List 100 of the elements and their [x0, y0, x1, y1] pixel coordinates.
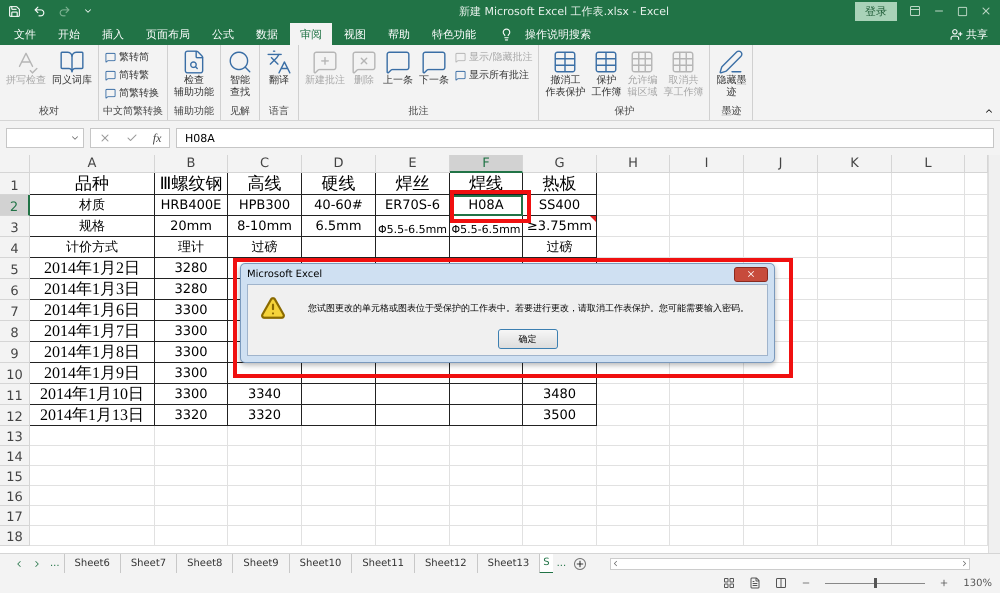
ribbon-button[interactable]: 显示所有批注 — [453, 67, 534, 83]
column-header[interactable]: C — [228, 155, 302, 173]
row-header[interactable]: 11 — [0, 384, 30, 405]
comment-icon — [105, 52, 116, 62]
comment-plus-icon — [312, 49, 338, 75]
ribbon-tab[interactable]: 公式 — [202, 23, 244, 45]
ok-button[interactable]: 确定 — [498, 329, 558, 349]
row-header[interactable]: 17 — [0, 506, 30, 526]
pen-icon — [718, 49, 744, 75]
group-label: 见解 — [229, 105, 251, 119]
redo-icon[interactable] — [58, 4, 71, 18]
lightbulb-icon — [500, 28, 513, 41]
cell-text: 3280 — [174, 260, 208, 276]
column-header[interactable]: D — [302, 155, 376, 173]
cell-text: 焊线 — [469, 173, 503, 195]
share-button[interactable]: 共享 — [938, 23, 1000, 45]
ribbon-button[interactable]: 撤消工 作表保护 — [543, 47, 588, 104]
ribbon-button[interactable]: 简繁转换 — [103, 85, 161, 101]
ribbon-button[interactable]: 智能 查找 — [225, 47, 255, 104]
save-icon[interactable] — [8, 4, 21, 18]
sheet-tab[interactable]: S — [539, 554, 553, 574]
zoom-in-icon[interactable] — [939, 578, 950, 588]
ribbon-tab[interactable]: 审阅 — [290, 23, 332, 45]
close-icon[interactable] — [980, 5, 992, 17]
ribbon-button[interactable]: 检查 辅助功能 — [172, 47, 216, 104]
ribbon-display-icon[interactable] — [909, 5, 921, 17]
row-header[interactable]: 1 — [0, 173, 30, 195]
comment-icon — [455, 52, 466, 62]
row-header[interactable]: 13 — [0, 426, 30, 446]
ribbon-tab[interactable]: 文件 — [4, 23, 46, 45]
ribbon-tab[interactable]: 特色功能 — [422, 23, 486, 45]
comment-icon — [105, 88, 116, 98]
ribbon-button[interactable]: 翻译 — [264, 47, 294, 104]
cell-text: 2014年1月3日 — [44, 280, 140, 300]
ribbon-button[interactable]: 保护 工作簿 — [589, 47, 624, 104]
more-sheets-button[interactable]: ... — [552, 558, 570, 569]
enter-icon[interactable] — [126, 132, 138, 144]
zoom-handle[interactable] — [874, 578, 877, 588]
cell-text: 计价方式 — [66, 239, 118, 256]
horizontal-scrollbar[interactable] — [610, 558, 970, 570]
row-header[interactable]: 18 — [0, 526, 30, 546]
column-header[interactable]: I — [670, 155, 744, 173]
ribbon-button[interactable]: 简转繁 — [103, 67, 161, 83]
comment-delete-icon — [351, 49, 377, 75]
tell-me-search[interactable]: 操作说明搜索 — [525, 23, 591, 45]
row-header[interactable]: 9 — [0, 342, 30, 363]
row-header[interactable]: 2 — [0, 195, 30, 216]
column-header[interactable]: J — [744, 155, 818, 173]
column-header[interactable]: G — [523, 155, 597, 173]
cell-text: 3500 — [542, 408, 576, 422]
login-button[interactable]: 登录 — [855, 2, 897, 20]
column-header[interactable]: H — [597, 155, 670, 173]
insert-function-button[interactable]: fx — [152, 130, 162, 146]
ribbon-button[interactable]: 同义词库 — [50, 47, 94, 104]
column-header[interactable]: E — [376, 155, 450, 173]
row-header[interactable]: 14 — [0, 446, 30, 466]
cell-text: 3340 — [248, 386, 282, 402]
cell-text: 2014年1月8日 — [44, 342, 140, 362]
row-header[interactable]: 6 — [0, 279, 30, 300]
ribbon-tab[interactable]: 数据 — [246, 23, 288, 45]
undo-icon[interactable] — [33, 4, 46, 18]
ribbon-button[interactable]: 隐藏墨 迹 — [714, 47, 748, 104]
row-header[interactable]: 8 — [0, 321, 30, 342]
page-break-icon[interactable] — [775, 577, 788, 589]
row-header[interactable]: 12 — [0, 405, 30, 426]
add-sheet-icon[interactable] — [574, 558, 586, 570]
ribbon-tab[interactable]: 页面布局 — [136, 23, 200, 45]
column-header[interactable]: K — [818, 155, 892, 173]
row-header[interactable]: 4 — [0, 237, 30, 258]
page-layout-icon[interactable] — [749, 577, 762, 589]
selected-cell[interactable]: H08A — [450, 195, 523, 216]
cell-text: H08A — [468, 198, 504, 212]
cell-text: 过磅 — [546, 239, 572, 256]
cell-text: 品种 — [75, 173, 109, 195]
vertical-scrollbar[interactable] — [988, 155, 1000, 553]
ribbon-button[interactable]: 上一条 — [381, 47, 415, 104]
zoom-level[interactable]: 130% — [963, 578, 992, 588]
row-header[interactable]: 5 — [0, 258, 30, 279]
maximize-icon[interactable] — [957, 6, 968, 16]
cancel-icon[interactable] — [98, 132, 111, 144]
ribbon-tab[interactable]: 视图 — [334, 23, 376, 45]
column-header[interactable]: L — [892, 155, 965, 173]
cell-text: 理计 — [178, 239, 204, 256]
row-header[interactable]: 3 — [0, 216, 30, 237]
column-header[interactable]: F — [450, 155, 523, 173]
row-header[interactable]: 16 — [0, 486, 30, 506]
ribbon-tab[interactable]: 开始 — [48, 23, 90, 45]
ribbon-tab[interactable]: 帮助 — [378, 23, 420, 45]
close-button[interactable] — [734, 266, 768, 282]
row-header[interactable]: 15 — [0, 466, 30, 486]
ribbon-button[interactable]: 繁转简 — [103, 49, 161, 65]
column-header[interactable]: A — [30, 155, 155, 173]
row-header[interactable]: 7 — [0, 300, 30, 321]
column-header[interactable]: B — [155, 155, 228, 173]
more-sheets-button[interactable]: ... — [46, 558, 64, 569]
formula-field[interactable]: H08A — [176, 128, 994, 148]
ribbon-tab[interactable]: 插入 — [92, 23, 134, 45]
row-header[interactable]: 10 — [0, 363, 30, 384]
ribbon-button[interactable]: 下一条 — [417, 47, 451, 104]
normal-view-icon[interactable] — [723, 577, 736, 589]
